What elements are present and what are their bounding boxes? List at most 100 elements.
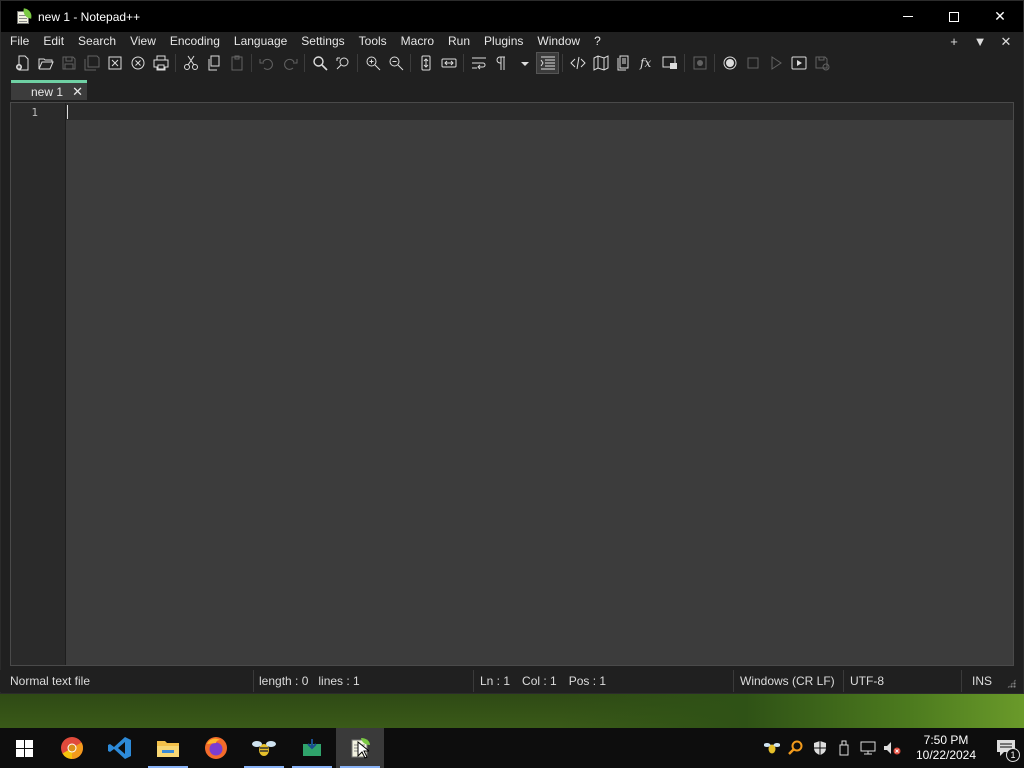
redo-icon[interactable] [278, 52, 301, 74]
file-explorer-icon[interactable] [144, 728, 192, 768]
tab-bar: new 1 ✕ [1, 75, 1023, 100]
wasp-app-icon[interactable] [240, 728, 288, 768]
copy-icon[interactable] [202, 52, 225, 74]
close-file-icon[interactable] [103, 52, 126, 74]
zoom-in-icon[interactable] [361, 52, 384, 74]
clock-date: 10/22/2024 [915, 748, 977, 762]
replace-icon[interactable] [331, 52, 354, 74]
new-tab-plus-icon[interactable]: + [943, 32, 965, 51]
maximize-button[interactable] [931, 1, 977, 32]
indent-guide-icon[interactable] [536, 52, 559, 74]
close-icon: ✕ [994, 8, 1006, 24]
downloader-app-icon[interactable] [288, 728, 336, 768]
undo-icon[interactable] [255, 52, 278, 74]
menu-run[interactable]: Run [441, 32, 477, 51]
tray-volume-muted-icon[interactable] [880, 728, 904, 768]
open-file-icon[interactable] [34, 52, 57, 74]
minimize-button[interactable] [885, 1, 931, 32]
record-macro-icon[interactable] [718, 52, 741, 74]
word-wrap-icon[interactable] [467, 52, 490, 74]
clock-time: 7:50 PM [923, 733, 969, 747]
tray-usb-eject-icon[interactable] [832, 728, 856, 768]
cut-icon[interactable] [179, 52, 202, 74]
firefox-icon[interactable] [192, 728, 240, 768]
status-position: Ln : 1 Col : 1 Pos : 1 [474, 670, 734, 692]
find-icon[interactable] [308, 52, 331, 74]
tab-list-dropdown-icon[interactable]: ▼ [969, 32, 991, 51]
chrome-icon[interactable] [48, 728, 96, 768]
desktop-grass [560, 690, 1024, 728]
save-icon[interactable] [57, 52, 80, 74]
window-title: new 1 - Notepad++ [38, 9, 141, 24]
document-map-icon[interactable] [589, 52, 612, 74]
zoom-out-icon[interactable] [384, 52, 407, 74]
status-encoding[interactable]: UTF-8 [844, 670, 962, 692]
close-all-icon[interactable] [126, 52, 149, 74]
vscode-icon[interactable] [96, 728, 144, 768]
new-file-icon[interactable] [11, 52, 34, 74]
menu-view[interactable]: View [123, 32, 163, 51]
close-document-icon[interactable]: ✕ [995, 32, 1017, 51]
text-editing-area[interactable] [66, 103, 1013, 665]
toolbar: fx [1, 51, 1023, 75]
menu-tools[interactable]: Tools [352, 32, 394, 51]
mouse-cursor-icon [357, 741, 369, 759]
tray-search-tool-icon[interactable] [784, 728, 808, 768]
line-number-gutter[interactable]: 1 [11, 103, 66, 665]
status-length-lines: length : 0 lines : 1 [254, 670, 474, 692]
start-button[interactable] [0, 728, 48, 768]
status-pos: Pos : 1 [568, 674, 607, 688]
sync-vertical-icon[interactable] [414, 52, 437, 74]
current-line-highlight [66, 103, 1013, 120]
windows-logo-icon [15, 739, 33, 757]
menu-help[interactable]: ? [587, 32, 608, 51]
show-all-characters-icon[interactable] [490, 52, 513, 74]
editor-area[interactable]: 1 [10, 102, 1014, 666]
tab-close-icon[interactable]: ✕ [72, 84, 83, 100]
dropdown-arrow-icon[interactable] [513, 52, 536, 74]
tab-label: new 1 [31, 84, 64, 99]
taskbar: 7:50 PM 10/22/2024 1 [0, 728, 1024, 768]
notification-count-badge: 1 [1006, 748, 1020, 762]
notification-center-button[interactable]: 1 [988, 728, 1024, 768]
status-lines: lines : 1 [318, 674, 360, 688]
status-eol-format[interactable]: Windows (CR LF) [734, 670, 844, 692]
tab-new-1[interactable]: new 1 ✕ [11, 80, 87, 100]
tray-network-icon[interactable] [856, 728, 880, 768]
status-insert-mode[interactable]: INS [962, 670, 1002, 692]
menu-file[interactable]: File [1, 32, 36, 51]
monitoring-icon[interactable] [688, 52, 711, 74]
title-bar[interactable]: new 1 - Notepad++ ✕ [1, 1, 1023, 32]
print-icon[interactable] [149, 52, 172, 74]
menu-bar: File Edit Search View Encoding Language … [1, 32, 1023, 51]
save-all-icon[interactable] [80, 52, 103, 74]
menu-language[interactable]: Language [227, 32, 294, 51]
text-caret [67, 105, 68, 119]
tray-wasp-icon[interactable] [760, 728, 784, 768]
menu-settings[interactable]: Settings [294, 32, 351, 51]
function-list-icon[interactable]: fx [635, 52, 658, 74]
status-ln: Ln : 1 [480, 674, 511, 688]
taskbar-clock[interactable]: 7:50 PM 10/22/2024 [904, 733, 988, 763]
menu-encoding[interactable]: Encoding [163, 32, 227, 51]
resize-grip-icon[interactable] [1007, 679, 1016, 688]
xml-tag-icon[interactable] [566, 52, 589, 74]
line-number: 1 [31, 106, 38, 119]
stop-recording-icon[interactable] [741, 52, 764, 74]
close-window-button[interactable]: ✕ [977, 1, 1023, 32]
menu-search[interactable]: Search [71, 32, 123, 51]
document-list-icon[interactable] [612, 52, 635, 74]
menu-edit[interactable]: Edit [36, 32, 71, 51]
save-macro-icon[interactable] [810, 52, 833, 74]
playback-icon[interactable] [764, 52, 787, 74]
menu-window[interactable]: Window [530, 32, 587, 51]
menu-plugins[interactable]: Plugins [477, 32, 530, 51]
sync-horizontal-icon[interactable] [437, 52, 460, 74]
paste-icon[interactable] [225, 52, 248, 74]
run-macro-multiple-icon[interactable] [787, 52, 810, 74]
notepadpp-app-icon[interactable] [16, 7, 33, 25]
folder-workspace-icon[interactable] [658, 52, 681, 74]
menu-macro[interactable]: Macro [394, 32, 441, 51]
status-bar: Normal text file length : 0 lines : 1 Ln… [0, 670, 1022, 692]
tray-security-shield-icon[interactable] [808, 728, 832, 768]
